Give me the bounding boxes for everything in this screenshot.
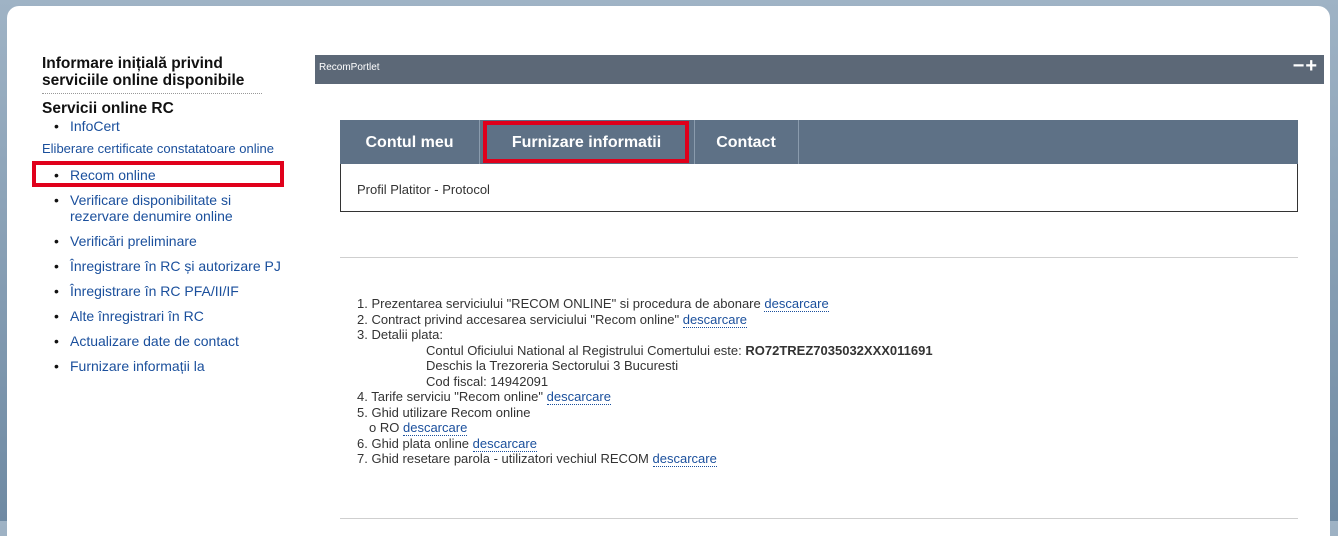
download-link[interactable]: descarcare [652,451,717,467]
sidebar-item-recom-online[interactable]: Recom online [32,161,292,187]
list-item: 5. Ghid utilizare Recom online [357,405,933,421]
list-item-text: 4. Tarife serviciu "Recom online" [357,389,544,404]
list-item-text: 6. Ghid plata online [357,435,470,451]
portlet-title: RecomPortlet [319,62,380,73]
download-link[interactable]: descarcare [402,420,468,436]
account-number: RO72TREZ7035032XXX011691 [745,342,933,358]
tab-bar: Contul meu Furnizare informatii Contact [340,120,1298,164]
left-navigation: Informare inițială privind serviciile on… [32,55,292,383]
nav-section-title[interactable]: Servicii online RC [42,100,292,118]
list-item: 3. Detalii plata: [357,327,933,343]
list-item: 1. Prezentarea serviciului "RECOM ONLINE… [357,296,933,312]
sub-bullet-icon: o [369,420,377,435]
highlight-annotation [483,121,689,163]
sidebar-item-inregistrare-pfa[interactable]: Înregistrare în RC PFA/II/IF [54,283,292,299]
sidebar-item-verificare-denumire[interactable]: Verificare disponibilitate si rezervare … [54,192,292,224]
subnav-link-profil-platitor[interactable]: Profil Platitor - Protocol [357,182,490,197]
portlet-minmax-icon[interactable]: −+ [1293,55,1318,78]
list-subitem-text: RO [379,420,400,435]
sidebar-item-infocert[interactable]: InfoCert [54,118,292,134]
fiscal-line: Cod fiscal: 14942091 [357,374,933,390]
content-list: 1. Prezentarea serviciului "RECOM ONLINE… [357,296,933,467]
nav-list-infocert: InfoCert [42,118,292,134]
list-item-text: 7. Ghid resetare parola - utilizatori ve… [357,451,649,466]
sidebar-item-eliberare[interactable]: Eliberare certificate constatatoare onli… [42,140,292,157]
download-link[interactable]: descarcare [472,435,537,452]
download-link[interactable]: descarcare [546,389,611,405]
tab-contact[interactable]: Contact [694,120,799,164]
list-item: 6. Ghid plata online descarcare [357,435,933,452]
list-subitem: o RO descarcare [357,420,933,436]
list-item-text: 5. Ghid utilizare Recom online [357,404,531,420]
download-link[interactable]: descarcare [682,311,748,328]
sidebar-item-inregistrare-pj[interactable]: Înregistrare în RC și autorizare PJ [54,258,292,274]
fiscal-code: Cod fiscal: 14942091 [426,373,549,389]
tab-contul-meu[interactable]: Contul meu [340,120,480,164]
sidebar-item-alte-inregistrari[interactable]: Alte înregistrari în RC [54,308,292,324]
nav-list-services: Recom online Verificare disponibilitate … [32,161,292,374]
bank-text: Deschis la Trezoreria Sectorului 3 Bucur… [426,358,679,373]
list-item-text: 1. Prezentarea serviciului "RECOM ONLINE… [357,296,761,311]
sidebar-item-actualizare-contact[interactable]: Actualizare date de contact [54,333,292,349]
account-label: Contul Oficiului National al Registrului… [426,342,742,358]
download-link[interactable]: descarcare [764,296,829,312]
bank-line: Deschis la Trezoreria Sectorului 3 Bucur… [357,358,933,374]
list-item: 2. Contract privind accesarea serviciulu… [357,311,933,328]
sidebar-item-furnizare-informatii[interactable]: Furnizare informații la [54,358,292,374]
list-item-text: 3. Detalii plata: [357,327,443,342]
portlet-titlebar: RecomPortlet −+ [315,55,1324,84]
nav-heading[interactable]: Informare inițială privind serviciile on… [42,55,292,89]
list-item: 4. Tarife serviciu "Recom online" descar… [357,389,933,405]
list-item-text: 2. Contract privind accesarea serviciulu… [357,311,680,327]
list-item: 7. Ghid resetare parola - utilizatori ve… [357,451,933,467]
account-line: Contul Oficiului National al Registrului… [357,343,933,359]
divider [42,93,262,94]
subnav-box: Profil Platitor - Protocol [340,164,1298,212]
highlight-annotation [32,161,284,187]
sidebar-item-verificari-preliminare[interactable]: Verificări preliminare [54,233,292,249]
divider [340,257,1298,258]
divider [340,518,1298,519]
